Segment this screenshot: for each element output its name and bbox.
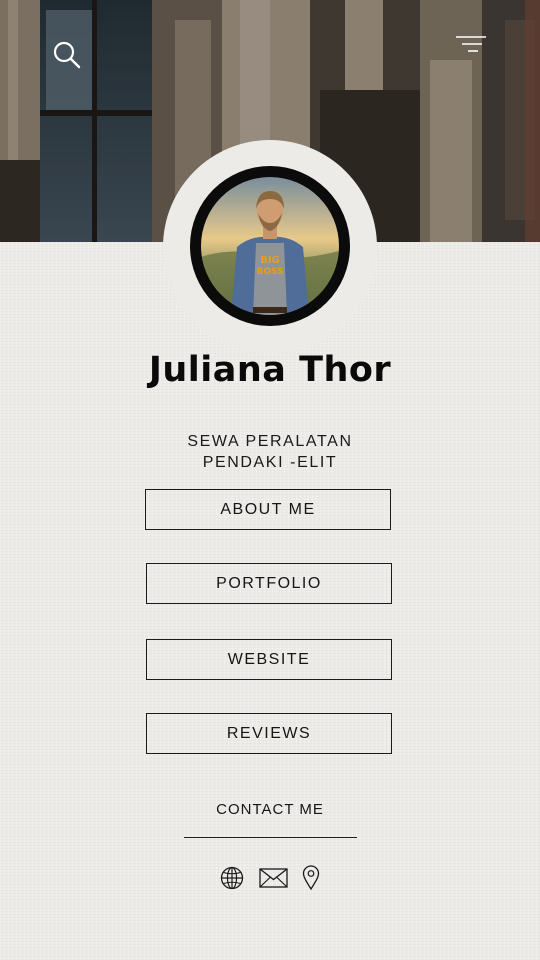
- location-pin-icon[interactable]: [302, 865, 320, 891]
- profile-name: Juliana Thor: [148, 350, 392, 390]
- about-me-button[interactable]: ABOUT ME: [145, 489, 391, 530]
- profile-tagline: SEWA PERALATAN PENDAKI -ELIT: [0, 431, 540, 473]
- avatar: BIG BOSS: [190, 166, 350, 326]
- portfolio-button[interactable]: PORTFOLIO: [146, 563, 392, 604]
- contact-heading: CONTACT ME: [216, 801, 324, 818]
- reviews-button[interactable]: REVIEWS: [146, 713, 392, 754]
- avatar-photo: BIG BOSS: [201, 177, 339, 315]
- shirt-text-big: BIG: [260, 255, 280, 266]
- tagline-line-1: SEWA PERALATAN: [187, 433, 353, 450]
- contact-divider: [184, 837, 357, 838]
- website-button[interactable]: WEBSITE: [146, 639, 392, 680]
- search-icon[interactable]: [52, 40, 82, 70]
- globe-icon[interactable]: [220, 866, 244, 890]
- hamburger-menu-icon[interactable]: [454, 34, 488, 56]
- shirt-text-boss: BOSS: [256, 267, 283, 277]
- tagline-line-2: PENDAKI -ELIT: [202, 454, 338, 471]
- mail-icon[interactable]: [259, 868, 288, 888]
